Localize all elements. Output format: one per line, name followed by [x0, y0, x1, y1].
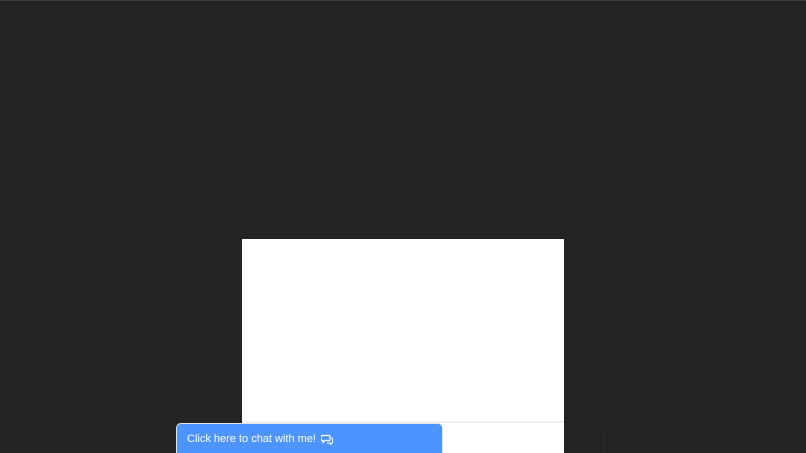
scrollbar-track	[604, 430, 605, 453]
window-top-edge	[0, 0, 806, 1]
speech-bubbles-icon	[320, 434, 334, 446]
content-panel	[242, 239, 564, 453]
chat-launcher-button[interactable]: Click here to chat with me!	[176, 423, 443, 453]
chat-launcher-label: Click here to chat with me!	[187, 432, 316, 445]
